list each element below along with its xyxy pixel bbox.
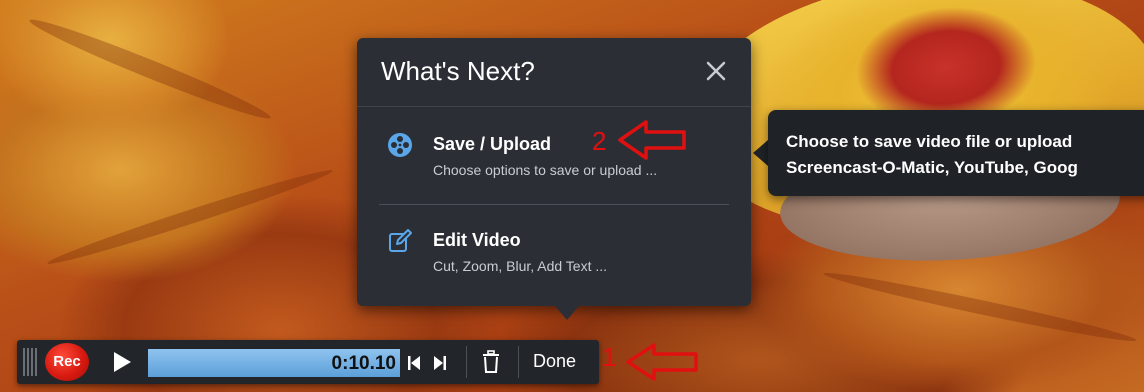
time-readout: 0:10.10 [331,353,396,374]
annotation-arrow-icon [626,343,698,381]
screen: What's Next? Save / Upload Choose option… [0,0,1144,392]
tooltip-text: Choose to save video file or upload [786,132,1073,151]
popup-header: What's Next? [357,38,751,107]
menu-item-description: Choose options to save or upload ... [433,162,658,178]
menu-item-edit-video[interactable]: Edit Video Cut, Zoom, Blur, Add Text ... [357,218,751,300]
menu-item-label: Edit Video [433,230,521,250]
toolbar-separator [466,346,467,378]
tooltip-text: Screencast-O-Matic, YouTube, Goog [786,158,1078,177]
done-button[interactable]: Done [533,351,576,372]
popup-caret [555,306,579,320]
play-icon[interactable] [114,352,131,372]
menu-item-save-upload[interactable]: Save / Upload Choose options to save or … [357,122,751,204]
close-icon[interactable] [703,58,729,84]
annotation-arrow-icon [618,120,686,160]
skip-to-end-icon[interactable] [432,354,448,372]
leaf-vein [822,266,1138,348]
popup-title: What's Next? [381,56,535,86]
menu-item-label: Save / Upload [433,134,552,154]
whats-next-popup: What's Next? Save / Upload Choose option… [357,38,751,306]
save-upload-tooltip: Choose to save video file or upload Scre… [768,110,1144,196]
menu-item-description: Cut, Zoom, Blur, Add Text ... [433,258,608,274]
toolbar-separator [518,346,519,378]
leaf-vein [45,163,335,271]
menu-divider [379,204,729,205]
trash-icon[interactable] [481,350,501,374]
recorder-control-bar: Rec 0:10.10 Done [17,340,599,384]
annotation-step-2: 2 [592,126,607,156]
rec-button[interactable]: Rec [45,343,89,381]
skip-to-start-icon[interactable] [406,354,422,372]
edit-pencil-icon [389,229,412,252]
leaf-vein [26,11,274,127]
drag-grip-handle[interactable] [23,348,37,376]
tooltip-arrow [753,140,768,166]
film-reel-icon [388,133,412,157]
timeline-progress-bar[interactable]: 0:10.10 [148,349,400,377]
annotation-step-1: 1 [602,342,617,372]
